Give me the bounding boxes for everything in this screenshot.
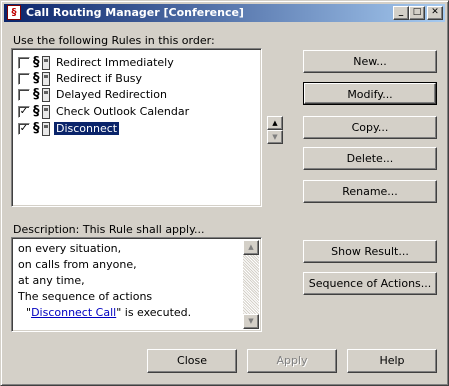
- rule-checkbox[interactable]: [18, 89, 30, 101]
- maximize-button[interactable]: □: [409, 6, 425, 20]
- description-action-line: "Disconnect Call" is executed.: [26, 306, 192, 319]
- rule-label: Redirect if Busy: [56, 72, 143, 85]
- modify-rule-button[interactable]: Modify...: [303, 82, 437, 105]
- rules-list[interactable]: § Redirect Immediately § Redirect if Bus…: [11, 48, 262, 207]
- rename-rule-button[interactable]: Rename...: [303, 180, 437, 203]
- rule-label: Disconnect: [52, 121, 121, 136]
- disconnect-call-link[interactable]: Disconnect Call: [31, 306, 116, 319]
- close-window-button[interactable]: ✕: [427, 6, 443, 20]
- description-heading: Description: This Rule shall apply...: [13, 223, 205, 236]
- rule-icon: §: [33, 55, 51, 71]
- new-rule-button[interactable]: New...: [303, 50, 437, 73]
- rule-item-disconnect[interactable]: ✓ § Disconnect: [18, 121, 248, 137]
- rule-checkbox[interactable]: [18, 57, 30, 69]
- call-routing-manager-window: § Call Routing Manager [Conference] _ □ …: [0, 0, 449, 386]
- rule-item-redirect-immediately[interactable]: § Redirect Immediately: [18, 55, 248, 71]
- rule-icon: §: [33, 121, 51, 137]
- rule-checkbox[interactable]: ✓: [18, 106, 30, 118]
- description-line: at any time,: [18, 274, 85, 287]
- rule-checkbox[interactable]: [18, 73, 30, 85]
- rule-label: Delayed Redirection: [56, 88, 167, 101]
- description-box: on every situation, on calls from anyone…: [11, 237, 262, 332]
- rule-icon: §: [33, 71, 51, 87]
- show-result-button[interactable]: Show Result...: [303, 240, 437, 263]
- title-bar[interactable]: § Call Routing Manager [Conference] _ □ …: [4, 4, 445, 22]
- move-up-button[interactable]: ▲: [267, 116, 283, 130]
- rule-checkbox[interactable]: ✓: [18, 123, 30, 135]
- minimize-button[interactable]: _: [393, 6, 409, 20]
- help-button[interactable]: Help: [347, 349, 437, 373]
- rule-icon: §: [33, 87, 51, 103]
- apply-button[interactable]: Apply: [247, 349, 337, 373]
- rule-item-delayed-redirection[interactable]: § Delayed Redirection: [18, 87, 248, 103]
- move-down-button[interactable]: ▼: [267, 130, 283, 144]
- rule-item-check-outlook-calendar[interactable]: ✓ § Check Outlook Calendar: [18, 104, 248, 120]
- rule-label: Check Outlook Calendar: [56, 105, 190, 118]
- close-button[interactable]: Close: [147, 349, 237, 373]
- sequence-of-actions-button[interactable]: Sequence of Actions...: [303, 272, 437, 295]
- copy-rule-button[interactable]: Copy...: [303, 116, 437, 139]
- rule-label: Redirect Immediately: [56, 56, 174, 69]
- window-title: Call Routing Manager [Conference]: [26, 6, 244, 19]
- delete-rule-button[interactable]: Delete...: [303, 147, 437, 170]
- description-scrollbar[interactable]: ▲ ▼: [243, 240, 259, 329]
- description-line: on every situation,: [18, 242, 122, 255]
- rules-heading: Use the following Rules in this order:: [13, 34, 215, 47]
- description-line: The sequence of actions: [18, 290, 153, 303]
- app-icon: §: [7, 5, 21, 20]
- scroll-up-button[interactable]: ▲: [243, 240, 259, 255]
- scroll-down-button[interactable]: ▼: [243, 314, 259, 329]
- rule-item-redirect-if-busy[interactable]: § Redirect if Busy: [18, 71, 248, 87]
- description-line: on calls from anyone,: [18, 258, 137, 271]
- rule-icon: §: [33, 104, 51, 120]
